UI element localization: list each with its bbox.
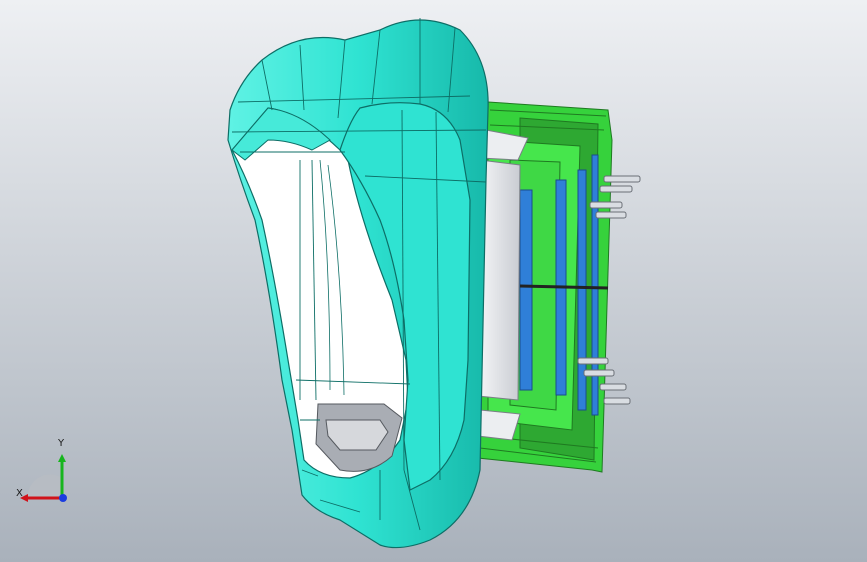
triad-graphic [20,454,67,502]
z-axis-dot [59,494,67,502]
triad-base-shadow [27,474,62,498]
3d-model-view[interactable] [0,0,867,562]
coordinate-triad: Y X [8,438,78,510]
graphics-viewport[interactable]: Y X [0,0,867,562]
y-arrowhead-icon [58,454,66,462]
triad-y-label: Y [58,438,65,449]
triad-x-label: X [16,488,23,499]
